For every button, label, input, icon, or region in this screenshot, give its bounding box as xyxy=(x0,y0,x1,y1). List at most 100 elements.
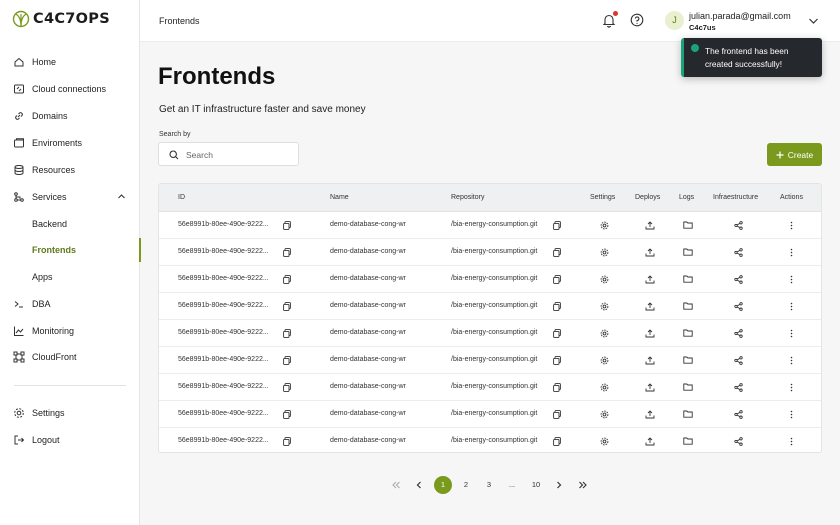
first-page-button[interactable] xyxy=(387,476,405,494)
logs-folder-icon[interactable] xyxy=(683,356,693,364)
row-actions-menu-icon[interactable] xyxy=(790,329,793,338)
deploy-icon[interactable] xyxy=(645,410,655,419)
deploy-icon[interactable] xyxy=(645,248,655,257)
row-actions-menu-icon[interactable] xyxy=(790,383,793,392)
sidebar-item-home[interactable]: Home xyxy=(0,50,140,74)
row-actions-menu-icon[interactable] xyxy=(790,221,793,230)
settings-gear-icon[interactable] xyxy=(600,356,609,365)
table-row[interactable]: 56e8991b-80ee-490e-9222... demo-database-… xyxy=(159,428,821,452)
infrastructure-share-icon[interactable] xyxy=(734,410,743,419)
table-row[interactable]: 56e8991b-80ee-490e-9222... demo-database-… xyxy=(159,212,821,239)
table-row[interactable]: 56e8991b-80ee-490e-9222... demo-database-… xyxy=(159,401,821,428)
table-row[interactable]: 56e8991b-80ee-490e-9222... demo-database-… xyxy=(159,320,821,347)
row-actions-menu-icon[interactable] xyxy=(790,356,793,365)
sidebar-item-backend[interactable]: Backend xyxy=(0,212,140,236)
copy-icon[interactable] xyxy=(553,410,561,419)
copy-icon[interactable] xyxy=(553,221,561,230)
sidebar-item-domains[interactable]: Domains xyxy=(0,104,140,128)
success-toast[interactable]: The frontend has been created successful… xyxy=(681,38,822,77)
copy-icon[interactable] xyxy=(553,248,561,257)
copy-icon[interactable] xyxy=(553,383,561,392)
row-actions-menu-icon[interactable] xyxy=(790,410,793,419)
create-button[interactable]: Create xyxy=(767,143,822,166)
deploy-icon[interactable] xyxy=(645,383,655,392)
avatar[interactable]: J xyxy=(665,11,684,30)
settings-gear-icon[interactable] xyxy=(600,221,609,230)
sidebar-item-services[interactable]: Services xyxy=(0,185,140,209)
table-row[interactable]: 56e8991b-80ee-490e-9222... demo-database-… xyxy=(159,239,821,266)
copy-icon[interactable] xyxy=(553,437,561,446)
sidebar-item-resources[interactable]: Resources xyxy=(0,158,140,182)
previous-page-button[interactable] xyxy=(410,476,428,494)
row-actions-menu-icon[interactable] xyxy=(790,437,793,446)
copy-icon[interactable] xyxy=(553,329,561,338)
copy-icon[interactable] xyxy=(283,383,291,392)
page-button-2[interactable]: 2 xyxy=(457,476,475,494)
row-actions-menu-icon[interactable] xyxy=(790,275,793,284)
infrastructure-share-icon[interactable] xyxy=(734,356,743,365)
chevron-down-icon[interactable] xyxy=(808,17,819,25)
page-button-3[interactable]: 3 xyxy=(480,476,498,494)
page-button-10[interactable]: 10 xyxy=(527,476,545,494)
infrastructure-share-icon[interactable] xyxy=(734,221,743,230)
sidebar-item-cloud-connections[interactable]: Cloud connections xyxy=(0,77,140,101)
logs-folder-icon[interactable] xyxy=(683,437,693,445)
sidebar-item-settings[interactable]: Settings xyxy=(0,401,140,425)
table-row[interactable]: 56e8991b-80ee-490e-9222... demo-database-… xyxy=(159,266,821,293)
deploy-icon[interactable] xyxy=(645,221,655,230)
copy-icon[interactable] xyxy=(283,275,291,284)
row-actions-menu-icon[interactable] xyxy=(790,302,793,311)
table-row[interactable]: 56e8991b-80ee-490e-9222... demo-database-… xyxy=(159,293,821,320)
infrastructure-share-icon[interactable] xyxy=(734,437,743,446)
copy-icon[interactable] xyxy=(283,302,291,311)
infrastructure-share-icon[interactable] xyxy=(734,302,743,311)
infrastructure-share-icon[interactable] xyxy=(734,383,743,392)
copy-icon[interactable] xyxy=(283,410,291,419)
deploy-icon[interactable] xyxy=(645,437,655,446)
logs-folder-icon[interactable] xyxy=(683,329,693,337)
infrastructure-share-icon[interactable] xyxy=(734,329,743,338)
next-page-button[interactable] xyxy=(550,476,568,494)
table-row[interactable]: 56e8991b-80ee-490e-9222... demo-database-… xyxy=(159,347,821,374)
copy-icon[interactable] xyxy=(553,275,561,284)
logs-folder-icon[interactable] xyxy=(683,275,693,283)
deploy-icon[interactable] xyxy=(645,356,655,365)
copy-icon[interactable] xyxy=(283,248,291,257)
settings-gear-icon[interactable] xyxy=(600,275,609,284)
sidebar-item-frontends[interactable]: Frontends xyxy=(0,238,141,262)
copy-icon[interactable] xyxy=(283,437,291,446)
copy-icon[interactable] xyxy=(283,356,291,365)
search-input[interactable] xyxy=(186,147,294,162)
settings-gear-icon[interactable] xyxy=(600,437,609,446)
search-box[interactable] xyxy=(158,142,299,166)
settings-gear-icon[interactable] xyxy=(600,248,609,257)
infrastructure-share-icon[interactable] xyxy=(734,248,743,257)
sidebar-item-cloudfront[interactable]: CloudFront xyxy=(0,345,140,369)
logs-folder-icon[interactable] xyxy=(683,248,693,256)
settings-gear-icon[interactable] xyxy=(600,302,609,311)
deploy-icon[interactable] xyxy=(645,329,655,338)
infrastructure-share-icon[interactable] xyxy=(734,275,743,284)
deploy-icon[interactable] xyxy=(645,275,655,284)
row-actions-menu-icon[interactable] xyxy=(790,248,793,257)
sidebar-item-apps[interactable]: Apps xyxy=(0,265,140,289)
help-icon[interactable] xyxy=(630,13,644,27)
table-row[interactable]: 56e8991b-80ee-490e-9222... demo-database-… xyxy=(159,374,821,401)
page-button-1[interactable]: 1 xyxy=(434,476,452,494)
settings-gear-icon[interactable] xyxy=(600,329,609,338)
logo[interactable]: C4C7OPS xyxy=(12,10,110,28)
copy-icon[interactable] xyxy=(553,356,561,365)
logs-folder-icon[interactable] xyxy=(683,221,693,229)
copy-icon[interactable] xyxy=(283,329,291,338)
sidebar-item-monitoring[interactable]: Monitoring xyxy=(0,319,140,343)
chevron-up-icon[interactable] xyxy=(117,192,126,201)
logs-folder-icon[interactable] xyxy=(683,302,693,310)
deploy-icon[interactable] xyxy=(645,302,655,311)
logs-folder-icon[interactable] xyxy=(683,383,693,391)
settings-gear-icon[interactable] xyxy=(600,410,609,419)
sidebar-item-dba[interactable]: DBA xyxy=(0,292,140,316)
copy-icon[interactable] xyxy=(553,302,561,311)
logs-folder-icon[interactable] xyxy=(683,410,693,418)
copy-icon[interactable] xyxy=(283,221,291,230)
sidebar-item-enviroments[interactable]: Enviroments xyxy=(0,131,140,155)
